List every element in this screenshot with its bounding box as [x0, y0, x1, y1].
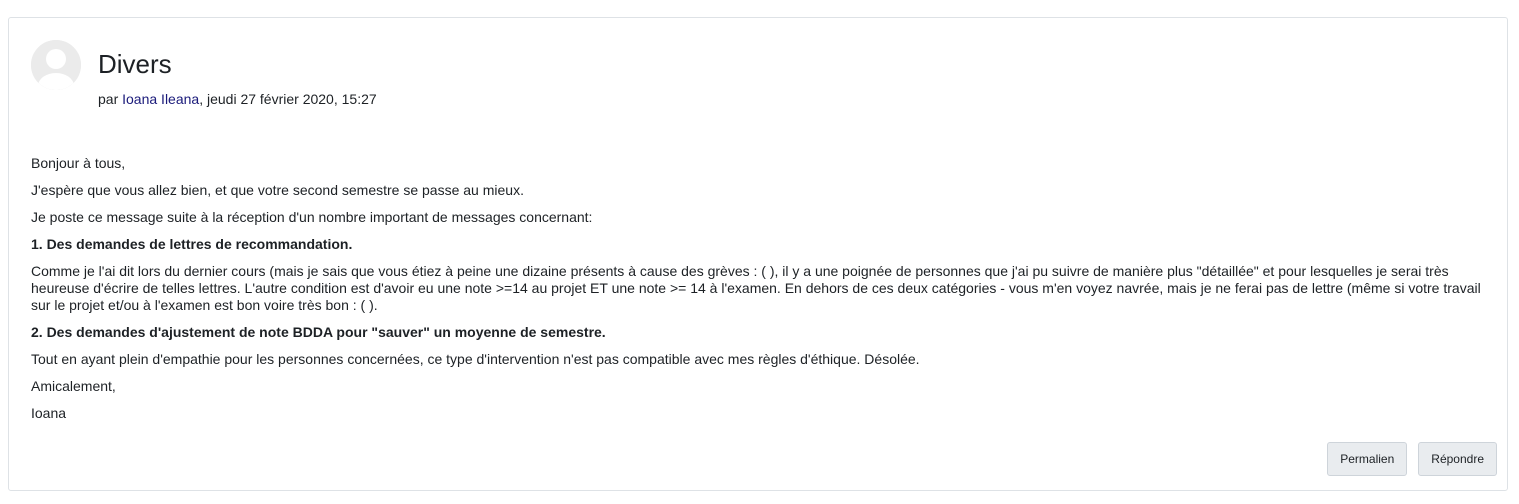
- paragraph-signature: Ioana: [31, 405, 67, 421]
- heading-recommendation-letters: 1. Des demandes de lettres de recommanda…: [31, 236, 353, 252]
- paragraph-intro: Je poste ce message suite à la réception…: [31, 209, 593, 225]
- heading-grade-adjustment: 2. Des demandes d'ajustement de note BDD…: [31, 324, 606, 340]
- paragraph-greeting: Bonjour à tous,: [31, 155, 126, 171]
- paragraph-grade-adjustment-details: Tout en ayant plein d'empathie pour les …: [31, 351, 920, 367]
- paragraph-wishes: J'espère que vous allez bien, et que vot…: [31, 182, 524, 198]
- user-silhouette-icon: [31, 40, 81, 90]
- post-content: Bonjour à tous, J'espère que vous allez …: [31, 155, 1487, 432]
- paragraph-closing: Amicalement,: [31, 378, 116, 394]
- paragraph-recommendation-details: Comme je l'ai dit lors du dernier cours …: [31, 263, 1481, 313]
- avatar-icon[interactable]: [31, 40, 81, 90]
- byline-prefix: par: [98, 91, 123, 107]
- reply-button[interactable]: Répondre: [1418, 442, 1497, 476]
- permalink-button[interactable]: Permalien: [1327, 442, 1408, 476]
- author-link[interactable]: Ioana Ileana: [122, 91, 199, 107]
- post-byline: par Ioana Ileana, jeudi 27 février 2020,…: [98, 90, 377, 108]
- post-subject: Divers: [98, 49, 172, 79]
- post-actions: Permalien Répondre: [1327, 442, 1497, 476]
- forum-post: Divers par Ioana Ileana, jeudi 27 févrie…: [8, 17, 1508, 491]
- byline-date: , jeudi 27 février 2020, 15:27: [199, 91, 377, 107]
